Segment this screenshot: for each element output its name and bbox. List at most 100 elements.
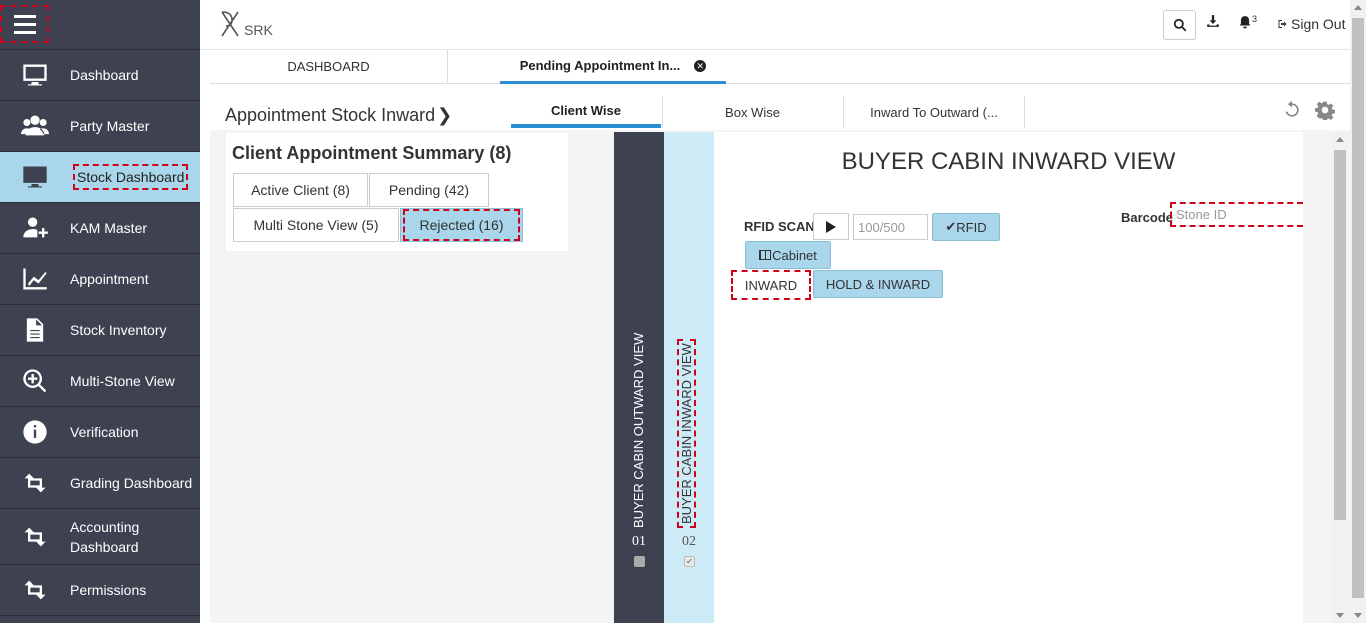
- tab-label: Box Wise: [725, 104, 780, 120]
- sidebar-item-stock-dashboard[interactable]: Stock Dashboard: [0, 152, 200, 203]
- sign-out-icon: [1278, 20, 1287, 28]
- search-icon: [1173, 18, 1186, 32]
- cabinet-button[interactable]: Cabinet: [745, 241, 831, 269]
- button-label: Pending (42): [388, 182, 470, 198]
- search-button[interactable]: [1163, 10, 1196, 40]
- sidebar-item-verification[interactable]: Verification: [0, 407, 200, 458]
- client-summary-card: Client Appointment Summary (8) Active Cl…: [226, 133, 568, 251]
- tab-client-wise[interactable]: Client Wise: [511, 96, 661, 128]
- info-icon: [0, 418, 70, 446]
- sign-out-button[interactable]: Sign Out: [1277, 16, 1345, 32]
- play-icon: [826, 220, 836, 233]
- retweet-icon: [0, 523, 70, 551]
- page-tab-bar: DASHBOARD Pending Appointment In... ✕: [210, 50, 1350, 84]
- outward-checkbox[interactable]: [634, 556, 645, 567]
- sidebar-item-label: Multi-Stone View: [70, 373, 175, 389]
- active-client-button[interactable]: Active Client (8): [233, 173, 368, 207]
- tab-inward-to-outward[interactable]: Inward To Outward (...: [843, 96, 1025, 128]
- view-heading: BUYER CABIN INWARD VIEW: [841, 148, 1176, 175]
- refresh-icon[interactable]: [1282, 100, 1302, 125]
- inward-view-label: BUYER CABIN INWARD VIEW: [677, 339, 696, 528]
- add-user-icon: [0, 214, 70, 242]
- close-tab-icon[interactable]: ✕: [694, 59, 707, 72]
- button-label: HOLD & INWARD: [825, 276, 931, 292]
- sidebar: Dashboard Party Master Stock Dashboard K…: [0, 0, 200, 623]
- sign-out-label: Sign Out: [1291, 16, 1346, 32]
- scan-count-field[interactable]: 100/500: [853, 214, 928, 240]
- hamburger-icon[interactable]: [0, 5, 49, 43]
- summary-title: Client Appointment Summary (8): [232, 143, 512, 163]
- monitor-icon: [0, 61, 70, 89]
- menu-toggle[interactable]: [0, 0, 200, 50]
- play-button[interactable]: [813, 213, 849, 240]
- scrollbar-thumb[interactable]: [1352, 18, 1364, 598]
- rfid-button[interactable]: ✔ RFID: [932, 213, 1000, 241]
- panel-number: 02: [682, 534, 696, 549]
- users-icon: [0, 112, 70, 140]
- sidebar-item-appointment[interactable]: Appointment: [0, 254, 200, 305]
- outward-view-panel[interactable]: BUYER CABIN OUTWARD VIEW 01: [614, 132, 664, 623]
- scroll-up-arrow-icon[interactable]: [1354, 5, 1362, 10]
- top-bar: SRK 3 Sign Out: [200, 0, 1350, 50]
- tab-box-wise[interactable]: Box Wise: [662, 96, 842, 128]
- columns-icon: [759, 250, 772, 260]
- zoom-in-icon: [0, 367, 70, 395]
- sidebar-item-grading-dashboard[interactable]: Grading Dashboard: [0, 458, 200, 509]
- retweet-icon: [0, 576, 70, 604]
- tab-label: Pending Appointment In...: [519, 58, 681, 73]
- bell-icon[interactable]: [1238, 14, 1252, 35]
- check-icon: ✔: [945, 219, 957, 234]
- scroll-up-arrow-icon[interactable]: [1336, 137, 1344, 142]
- tab-label: Inward To Outward (...: [870, 104, 998, 120]
- multi-stone-view-button[interactable]: Multi Stone View (5): [233, 208, 399, 242]
- sidebar-item-dashboard[interactable]: Dashboard: [0, 50, 200, 101]
- inner-scrollbar[interactable]: [1331, 132, 1349, 623]
- button-label: Active Client (8): [251, 182, 350, 198]
- sidebar-item-label: Accounting Dashboard: [70, 518, 140, 555]
- sidebar-item-kam-master[interactable]: KAM Master: [0, 203, 200, 254]
- sidebar-item-label: Dashboard: [70, 67, 139, 83]
- srk-logo-icon: [221, 11, 239, 37]
- document-icon: [0, 316, 70, 344]
- tab-label: Client Wise: [551, 102, 621, 118]
- panel-number: 01: [632, 534, 646, 549]
- button-label: RFID: [956, 219, 987, 235]
- scroll-down-arrow-icon[interactable]: [1336, 613, 1344, 618]
- pending-button[interactable]: Pending (42): [369, 173, 489, 207]
- sidebar-item-label: Appointment: [70, 271, 149, 287]
- page-title: Appointment Stock Inward ❯: [225, 105, 452, 126]
- stone-id-input[interactable]: Stone ID: [1170, 202, 1303, 227]
- barcode-label: Barcode: [1121, 210, 1174, 225]
- sidebar-item-permissions[interactable]: Permissions: [0, 565, 200, 616]
- sidebar-item-multi-stone-view[interactable]: Multi-Stone View: [0, 356, 200, 407]
- gear-icon[interactable]: [1315, 100, 1335, 125]
- scrollbar-thumb[interactable]: [1334, 150, 1346, 520]
- hold-and-inward-button[interactable]: HOLD & INWARD: [813, 270, 943, 298]
- page-scrollbar[interactable]: [1350, 0, 1366, 623]
- sidebar-item-accounting-dashboard[interactable]: Accounting Dashboard: [0, 509, 200, 565]
- download-icon[interactable]: [1206, 14, 1220, 33]
- rfid-scan-label: RFID SCAN: [744, 219, 815, 234]
- sidebar-item-label: Permissions: [70, 582, 147, 598]
- inward-button[interactable]: INWARD: [731, 270, 811, 300]
- button-label: Multi Stone View (5): [253, 217, 379, 233]
- inward-checkbox[interactable]: ✔: [684, 556, 695, 567]
- line-chart-icon: [0, 265, 70, 293]
- tab-label: DASHBOARD: [287, 59, 370, 74]
- brand-logo[interactable]: SRK: [218, 10, 273, 38]
- notification-count: 3: [1252, 14, 1258, 24]
- tab-dashboard[interactable]: DASHBOARD: [210, 50, 448, 83]
- sidebar-item-label: Stock Dashboard: [73, 164, 189, 190]
- rejected-button[interactable]: Rejected (16): [400, 208, 523, 242]
- sidebar-item-label: Stock Inventory: [70, 322, 167, 338]
- logo-text: SRK: [244, 22, 273, 38]
- tab-pending-appointment[interactable]: Pending Appointment In... ✕: [500, 50, 726, 84]
- sidebar-item-party-master[interactable]: Party Master: [0, 101, 200, 152]
- button-label: INWARD: [744, 277, 798, 293]
- button-label: Rejected (16): [403, 209, 520, 241]
- retweet-icon: [0, 469, 70, 497]
- inward-view-panel[interactable]: BUYER CABIN INWARD VIEW 02 ✔: [664, 132, 714, 623]
- sidebar-item-label: Grading Dashboard: [70, 475, 193, 491]
- sidebar-item-stock-inventory[interactable]: Stock Inventory: [0, 305, 200, 356]
- scroll-down-arrow-icon[interactable]: [1354, 613, 1362, 618]
